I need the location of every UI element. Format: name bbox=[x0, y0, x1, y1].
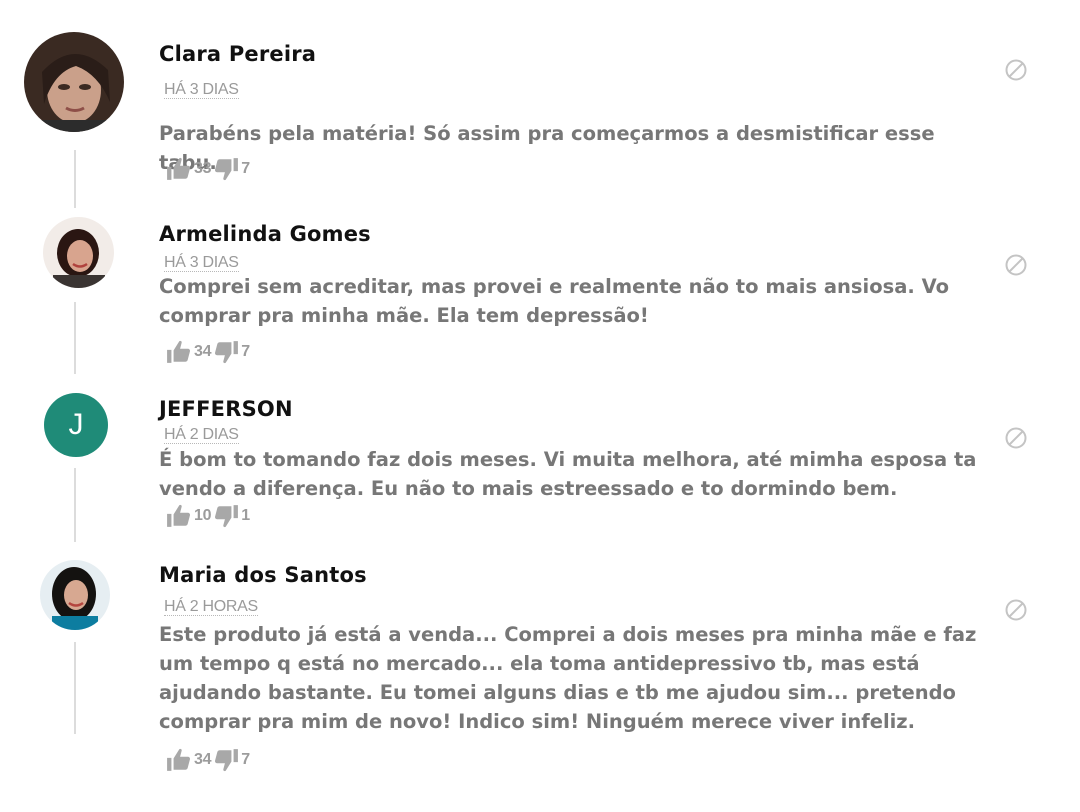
avatar[interactable] bbox=[40, 560, 110, 630]
thread-line bbox=[74, 468, 76, 542]
dislike-count: 7 bbox=[241, 751, 250, 768]
thumbs-down-icon[interactable] bbox=[213, 503, 239, 529]
like-count: 34 bbox=[194, 343, 212, 360]
report-block-icon[interactable] bbox=[1004, 58, 1028, 82]
comment-text: Parabéns pela matéria! Só assim pra come… bbox=[159, 122, 935, 174]
thumbs-down-icon[interactable] bbox=[213, 747, 239, 773]
vote-bar: 33 7 bbox=[166, 154, 252, 184]
thumbs-up-icon[interactable] bbox=[166, 156, 192, 182]
comment-time[interactable]: HÁ 3 DIAS bbox=[164, 254, 239, 272]
thumbs-up-icon[interactable] bbox=[166, 503, 192, 529]
thumbs-down-icon[interactable] bbox=[213, 156, 239, 182]
author-name[interactable]: Clara Pereira bbox=[159, 42, 316, 66]
report-block-icon[interactable] bbox=[1004, 253, 1028, 277]
comment-time[interactable]: HÁ 3 DIAS bbox=[164, 81, 239, 99]
comment-text: É bom to tomando faz dois meses. Vi muit… bbox=[159, 448, 977, 500]
vote-bar: 34 7 bbox=[166, 745, 252, 775]
thumbs-up-icon[interactable] bbox=[166, 747, 192, 773]
comment-time[interactable]: HÁ 2 DIAS bbox=[164, 426, 239, 444]
avatar[interactable] bbox=[24, 32, 124, 132]
author-name[interactable]: JEFFERSON bbox=[159, 397, 293, 421]
avatar[interactable] bbox=[43, 217, 114, 288]
thumbs-up-icon[interactable] bbox=[166, 339, 192, 365]
author-name[interactable]: Maria dos Santos bbox=[159, 563, 367, 587]
comment-time[interactable]: HÁ 2 HORAS bbox=[164, 598, 258, 616]
report-block-icon[interactable] bbox=[1004, 426, 1028, 450]
avatar-initial: J bbox=[68, 408, 84, 441]
like-count: 33 bbox=[194, 160, 212, 177]
vote-bar: 10 1 bbox=[166, 501, 252, 531]
comment-list: Clara Pereira HÁ 3 DIAS Parabéns pela ma… bbox=[0, 0, 1080, 812]
vote-bar: 34 7 bbox=[166, 337, 252, 367]
dislike-count: 1 bbox=[241, 507, 250, 524]
thread-line bbox=[74, 642, 76, 734]
thread-line bbox=[74, 150, 76, 208]
comment-text: Este produto já está a venda... Comprei … bbox=[159, 623, 977, 733]
avatar[interactable]: J bbox=[44, 393, 108, 457]
author-name[interactable]: Armelinda Gomes bbox=[159, 222, 371, 246]
thumbs-down-icon[interactable] bbox=[213, 339, 239, 365]
dislike-count: 7 bbox=[241, 160, 250, 177]
comment-text: Comprei sem acreditar, mas provei e real… bbox=[159, 275, 949, 327]
dislike-count: 7 bbox=[241, 343, 250, 360]
thread-line bbox=[74, 302, 76, 374]
report-block-icon[interactable] bbox=[1004, 598, 1028, 622]
like-count: 34 bbox=[194, 751, 212, 768]
like-count: 10 bbox=[194, 507, 212, 524]
